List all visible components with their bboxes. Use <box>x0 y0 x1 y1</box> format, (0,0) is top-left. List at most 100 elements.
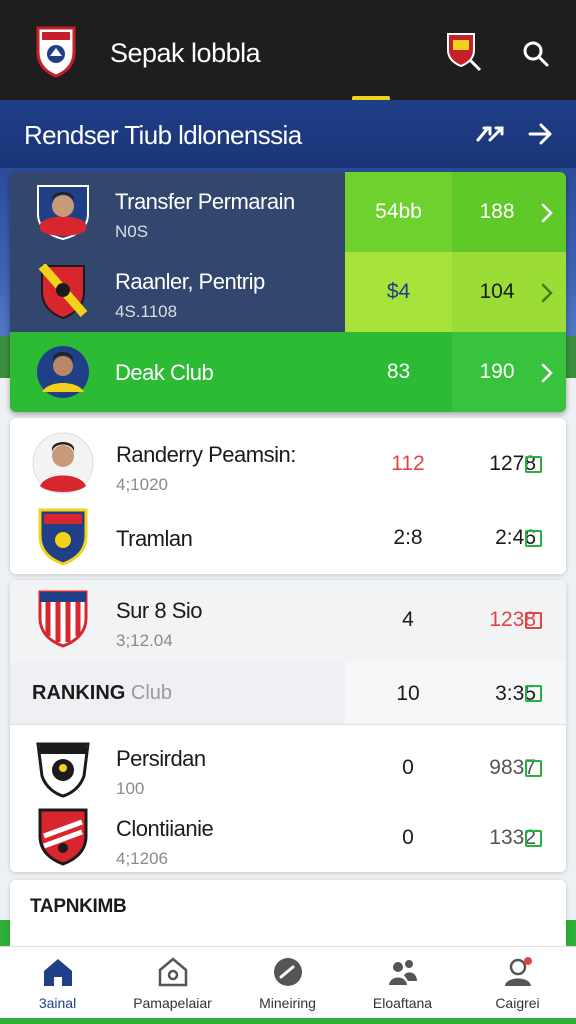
player-name: Randerry Peamsin: <box>116 442 296 467</box>
club-name: Tramlan <box>116 526 193 551</box>
player-meta: 4;1020 <box>116 475 168 494</box>
stat-cell: 104 <box>452 252 566 332</box>
stat-value: 0 <box>402 826 414 849</box>
stat-value: 188 <box>479 200 515 223</box>
nav-label: Mineiring <box>259 995 316 1011</box>
nav-label: Pamapelaiar <box>133 995 212 1011</box>
list-item[interactable]: Persirdan 100 0 9837 <box>10 728 566 804</box>
ranking-header: RANKING Club 10 3:35 <box>10 662 566 724</box>
row-info: Transfer Permarain N0S <box>10 172 345 252</box>
stat-value: 54bb <box>375 200 422 223</box>
club-name: Persirdan <box>116 746 206 771</box>
checkbox[interactable] <box>525 456 542 473</box>
section-header: Rendser Tiub ldlonenssia <box>0 100 576 168</box>
stat-cell: 190 <box>452 332 566 412</box>
stat-value: 1278 <box>489 452 536 475</box>
stat-value: 83 <box>386 360 411 383</box>
ranking-title: RANKING <box>32 682 126 704</box>
home-icon <box>44 959 72 986</box>
stat-value: 4 <box>402 608 414 631</box>
nav-accent-bar <box>0 1018 576 1024</box>
list-item[interactable]: Randerry Peamsin: 4;1020 112 1278 <box>10 424 566 500</box>
featured-row[interactable]: Deak Club 83 190 <box>10 332 566 412</box>
player-avatar <box>37 185 89 240</box>
player-avatar <box>32 432 94 494</box>
nav-label: Caigrei <box>495 995 540 1011</box>
club-crest <box>38 264 88 320</box>
club-name: Deak Club <box>115 360 214 385</box>
checkbox[interactable] <box>525 612 542 629</box>
stat-value: 112 <box>391 452 425 475</box>
checkbox[interactable] <box>525 530 542 547</box>
club-meta: 100 <box>116 779 145 798</box>
featured-row[interactable]: Transfer Permarain N0S 54bb 188 <box>10 172 566 252</box>
player-name: Raanler, Pentrip <box>115 269 265 294</box>
list-item[interactable]: Clontiianie 4;1206 0 1332 <box>10 798 566 872</box>
club-name: Clontiianie <box>116 816 214 841</box>
stat-value: 3:35 <box>495 682 536 705</box>
club-crest <box>38 590 88 648</box>
stat-cell: 54bb <box>345 172 452 252</box>
player-name: Transfer Permarain <box>115 189 295 214</box>
profile-icon <box>505 957 532 986</box>
checkbox[interactable] <box>525 685 542 702</box>
app-title: Sepak lobbla <box>110 38 261 68</box>
stat-cell: 188 <box>452 172 566 252</box>
players-icon <box>389 960 417 985</box>
club-crest <box>36 742 90 798</box>
stadium-icon <box>158 957 188 987</box>
stat-value: 1332 <box>489 826 536 849</box>
nav-item-stadium[interactable]: Pamapelaiar <box>115 947 230 1024</box>
stat-value: 9837 <box>489 756 536 779</box>
stat-cell: 83 <box>345 332 452 412</box>
chevron-right-icon[interactable] <box>540 362 554 384</box>
stat-value: 2:46 <box>495 526 536 549</box>
ranking-card: Sur 8 Sio 3;12.04 4 1238 RANKING Club 10… <box>10 580 566 872</box>
whistle-icon <box>274 958 302 986</box>
nav-label: 3ainal <box>38 995 77 1011</box>
chevron-right-icon[interactable] <box>540 282 554 304</box>
section-title: Rendser Tiub ldlonenssia <box>24 120 302 150</box>
club-name: Sur 8 Sio <box>116 598 203 623</box>
club-badge-icon[interactable] <box>444 30 484 74</box>
bottom-section: TAPNKIMB <box>10 880 566 950</box>
stat-value: 190 <box>479 360 515 383</box>
ranking-subtitle: Club <box>130 682 173 704</box>
stat-value: 10 <box>396 682 420 705</box>
arrow-right-icon[interactable] <box>526 120 554 148</box>
nav-item-home[interactable]: 3ainal <box>0 947 115 1024</box>
club-crest <box>38 508 88 566</box>
list-item[interactable]: Tramlan 2:8 2:46 <box>10 498 566 574</box>
nav-item-profile[interactable]: Caigrei <box>460 947 575 1024</box>
stat-value: 1238 <box>489 608 536 631</box>
stat-cell: $4 <box>345 252 452 332</box>
bottom-section-title: TAPNKIMB <box>30 896 127 917</box>
search-icon[interactable] <box>522 40 550 68</box>
player-meta: N0S <box>115 222 149 241</box>
stat-value: 0 <box>402 756 414 779</box>
featured-transfers-card: Transfer Permarain N0S 54bb 188 Raanler,… <box>10 172 566 412</box>
row-info: Raanler, Pentrip 4S.1108 <box>10 252 345 332</box>
chevron-right-icon[interactable] <box>540 202 554 224</box>
checkbox[interactable] <box>525 760 542 777</box>
club-meta: 4;1206 <box>116 849 168 868</box>
transfer-list-card: Randerry Peamsin: 4;1020 112 1278 Tramla… <box>10 418 566 574</box>
club-crest <box>38 808 88 866</box>
club-crest-logo[interactable] <box>34 24 78 78</box>
list-item[interactable]: Sur 8 Sio 3;12.04 4 1238 <box>10 580 566 662</box>
stat-value: $4 <box>386 280 411 303</box>
divider <box>10 724 566 725</box>
featured-row[interactable]: Raanler, Pentrip 4S.1108 $4 104 <box>10 252 566 332</box>
club-meta: 3;12.04 <box>116 631 173 650</box>
app-header: Sepak lobbla <box>0 0 576 101</box>
shuffle-icon[interactable] <box>474 120 506 148</box>
checkbox[interactable] <box>525 830 542 847</box>
player-meta: 4S.1108 <box>115 302 178 321</box>
player-avatar <box>37 346 89 398</box>
nav-item-players[interactable]: Eloaftana <box>345 947 460 1024</box>
nav-label: Eloaftana <box>372 995 433 1011</box>
ranking-label: RANKING Club <box>32 682 172 705</box>
nav-item-whistle[interactable]: Mineiring <box>230 947 345 1024</box>
stat-value: 104 <box>479 280 515 303</box>
stat-value: 2:8 <box>393 526 423 549</box>
